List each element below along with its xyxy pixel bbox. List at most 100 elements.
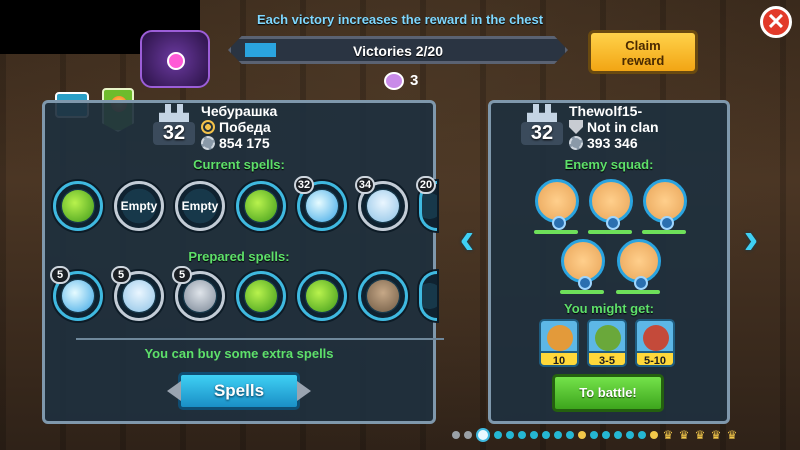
victories-label: Victories 2/20 bbox=[352, 43, 444, 59]
player-power: 854 175 bbox=[219, 135, 270, 151]
pager-dot bbox=[452, 431, 460, 439]
prepared-spell-slot-4[interactable] bbox=[236, 271, 286, 321]
current-spell-slot-1[interactable] bbox=[53, 181, 103, 231]
crown-icon: ♛ bbox=[710, 428, 722, 442]
golem-spell-icon bbox=[367, 280, 399, 312]
enemy-hero-4[interactable] bbox=[560, 239, 605, 294]
pager-dot bbox=[542, 431, 550, 439]
hero-class-icon bbox=[552, 216, 566, 230]
hero-class-icon bbox=[634, 276, 648, 290]
power-icon bbox=[201, 136, 215, 150]
no-clan-shield-icon bbox=[569, 120, 583, 134]
empty-slot-label: Empty bbox=[120, 199, 158, 213]
pager-dot bbox=[464, 431, 472, 439]
hero-hp-bar bbox=[534, 230, 578, 234]
enemy-hero-3[interactable] bbox=[642, 179, 687, 234]
token-count-value: 3 bbox=[410, 72, 419, 89]
current-spell-slot-5[interactable]: 32 bbox=[294, 176, 347, 231]
reward-item-2[interactable]: 3-5 bbox=[587, 319, 627, 367]
player-level-badge: 32 bbox=[153, 104, 195, 150]
current-spell-slot-4[interactable] bbox=[236, 181, 286, 231]
prepared-spell-slot-1[interactable]: 5 bbox=[50, 266, 103, 321]
reward-icon bbox=[547, 325, 573, 351]
spell-count-badge: 34 bbox=[355, 176, 375, 194]
pager-dot bbox=[614, 431, 622, 439]
hero-hp-bar bbox=[642, 230, 686, 234]
green-spell-icon bbox=[245, 190, 277, 222]
claim-reward-button[interactable]: Claim reward bbox=[588, 30, 698, 74]
chevron-right-icon[interactable]: › bbox=[736, 216, 766, 266]
player-level: 32 bbox=[153, 122, 195, 145]
banner-text: Each victory increases the reward in the… bbox=[256, 12, 544, 27]
player-name: Чебурашка bbox=[201, 103, 278, 119]
current-spell-slot-2[interactable]: Empty bbox=[114, 181, 164, 231]
clan-laurel-icon bbox=[201, 120, 215, 134]
current-spells-label: Current spells: bbox=[193, 157, 285, 172]
reward-item-3[interactable]: 5-10 bbox=[635, 319, 675, 367]
reward-quantity: 10 bbox=[539, 351, 579, 367]
reward-quantity: 3-5 bbox=[587, 351, 627, 367]
prepared-spell-slot-7[interactable] bbox=[419, 271, 437, 321]
reward-item-1[interactable]: 10 bbox=[539, 319, 579, 367]
crown-icon: ♛ bbox=[694, 428, 706, 442]
enemy-header: 32 Thewolf15- Not in clan 393 346 bbox=[521, 103, 659, 151]
victories-progress-bar: Victories 2/20 bbox=[228, 36, 568, 64]
pager-dot bbox=[518, 431, 526, 439]
crown-icon: ♛ bbox=[726, 428, 738, 442]
close-button[interactable]: ✕ bbox=[760, 6, 792, 38]
pager-dot bbox=[566, 431, 574, 439]
ice-spell-icon bbox=[62, 280, 94, 312]
current-spell-slot-7[interactable]: 20 bbox=[416, 176, 437, 231]
ice-spell-icon bbox=[306, 190, 338, 222]
prepared-spell-slot-2[interactable]: 5 bbox=[111, 266, 164, 321]
bear-spell-icon bbox=[123, 280, 155, 312]
divider bbox=[76, 338, 444, 340]
pager-dot bbox=[554, 431, 562, 439]
player-header: 32 Чебурашка Победа 854 175 bbox=[153, 103, 277, 151]
enemy-hero-2[interactable] bbox=[588, 179, 633, 234]
extra-spells-text: You can buy some extra spells bbox=[144, 346, 334, 361]
enemy-name: Thewolf15- bbox=[569, 103, 643, 119]
reward-chest[interactable] bbox=[140, 30, 210, 88]
green-spell-icon bbox=[62, 190, 94, 222]
enemy-hero-5[interactable] bbox=[616, 239, 661, 294]
pager-dot bbox=[638, 431, 646, 439]
empty-slot-label: Empty bbox=[181, 199, 219, 213]
pager-dot bbox=[650, 431, 658, 439]
prepared-spell-slot-5[interactable] bbox=[297, 271, 347, 321]
close-icon: ✕ bbox=[766, 9, 786, 34]
opponent-pager: ♛ ♛ ♛ ♛ ♛ bbox=[452, 428, 738, 442]
claim-reward-label: Claim reward bbox=[621, 38, 665, 68]
enemy-hero-1[interactable] bbox=[534, 179, 579, 234]
current-spell-slot-3[interactable]: Empty bbox=[175, 181, 225, 231]
pager-dot bbox=[476, 428, 490, 442]
spells-button[interactable]: Spells bbox=[178, 372, 300, 410]
to-battle-button[interactable]: To battle! bbox=[552, 374, 664, 412]
chest-gem-icon bbox=[167, 52, 185, 70]
power-icon bbox=[569, 136, 583, 150]
enemy-level-badge: 32 bbox=[521, 104, 563, 150]
crown-icon: ♛ bbox=[678, 428, 690, 442]
pager-dot bbox=[626, 431, 634, 439]
spell-count-badge: 20 bbox=[416, 176, 436, 194]
spell-count-badge: 5 bbox=[50, 266, 70, 284]
hero-hp-bar bbox=[560, 290, 604, 294]
green-spell-icon bbox=[245, 280, 277, 312]
bear-spell-icon bbox=[367, 190, 399, 222]
current-spell-slot-6[interactable]: 34 bbox=[355, 176, 408, 231]
reward-icon bbox=[595, 325, 621, 351]
prepared-spell-slot-3[interactable]: 5 bbox=[172, 266, 225, 321]
pager-dot bbox=[530, 431, 538, 439]
prepared-spell-slot-6[interactable] bbox=[358, 271, 408, 321]
pager-dot bbox=[602, 431, 610, 439]
player-clan: Победа bbox=[219, 119, 271, 135]
chevron-left-icon[interactable]: ‹ bbox=[452, 216, 482, 266]
reward-icon bbox=[643, 325, 669, 351]
spell-count-badge: 5 bbox=[111, 266, 131, 284]
pager-dot bbox=[506, 431, 514, 439]
hero-class-icon bbox=[660, 216, 674, 230]
hero-class-icon bbox=[606, 216, 620, 230]
hero-hp-bar bbox=[588, 230, 632, 234]
prepared-spells-label: Prepared spells: bbox=[188, 249, 290, 264]
spell-count-badge: 32 bbox=[294, 176, 314, 194]
